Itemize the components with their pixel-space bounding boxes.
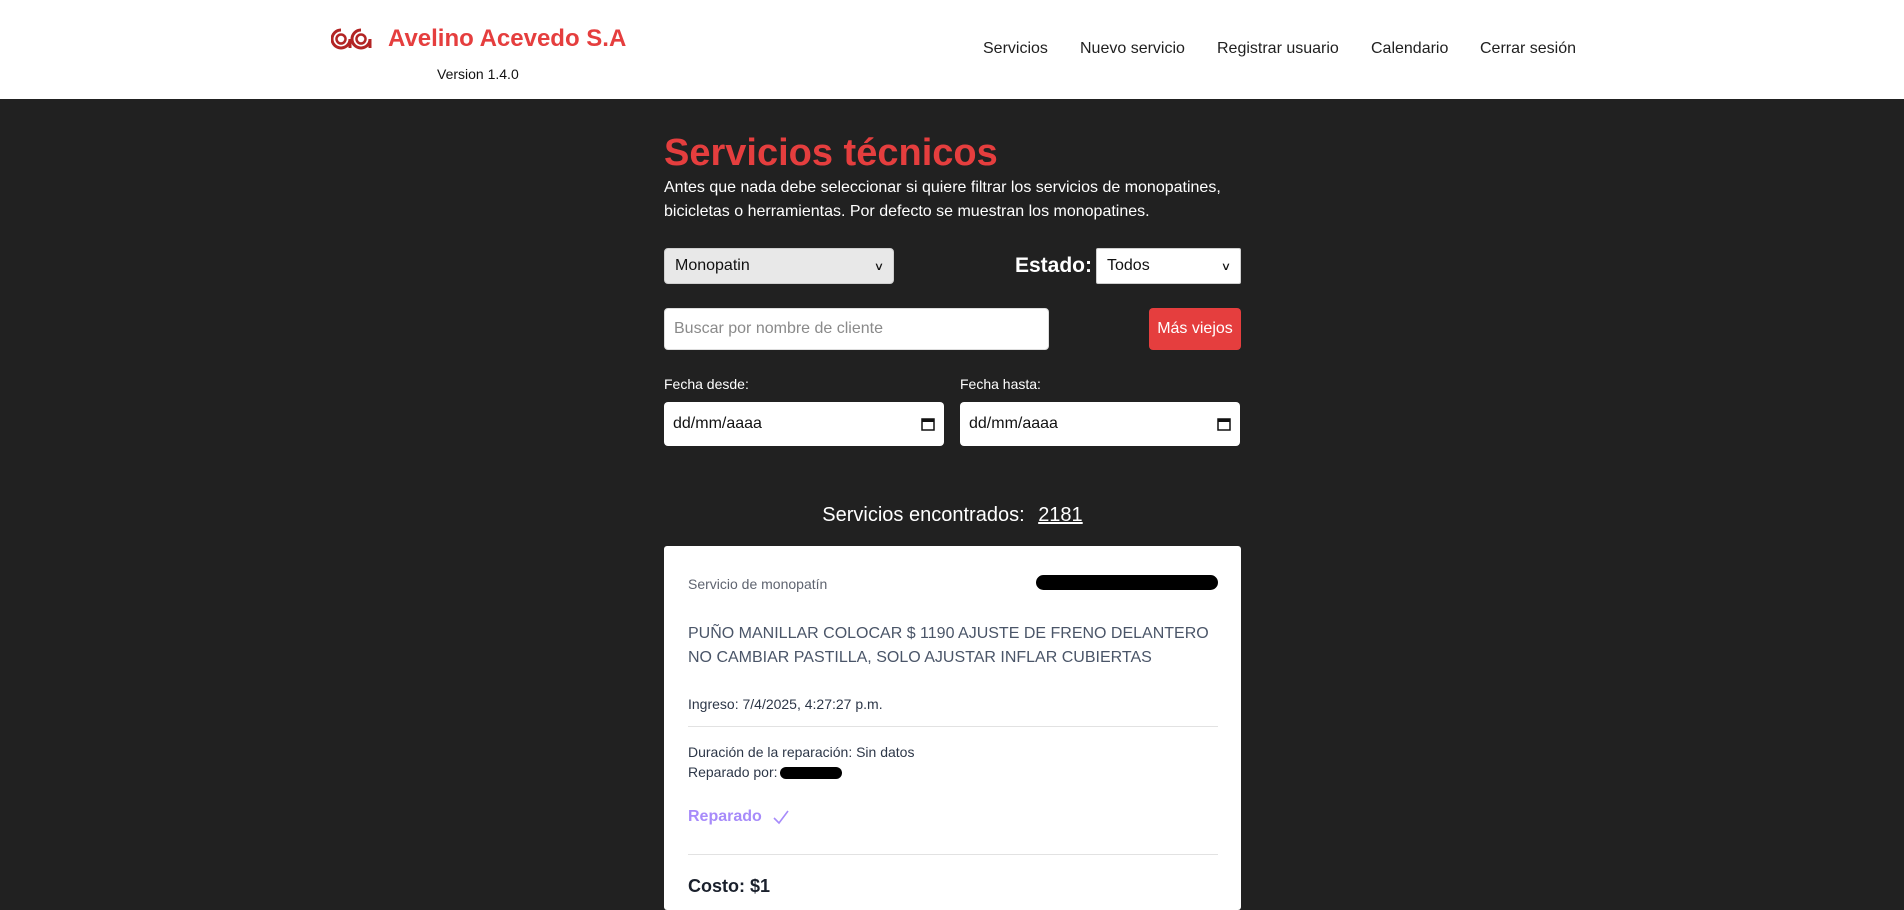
client-search-input[interactable]: Buscar por nombre de cliente (664, 308, 1049, 350)
service-description: PUÑO MANILLAR COLOCAR $ 1190 AJUSTE DE F… (688, 625, 1209, 666)
services-count-label: Servicios encontrados: (822, 504, 1025, 526)
services-count-value[interactable]: 2181 (1038, 504, 1083, 526)
service-cost: Costo: $1 (688, 876, 771, 896)
service-ingreso: Ingreso: 7/4/2025, 4:27:27 p.m. (688, 696, 883, 712)
search-placeholder: Buscar por nombre de cliente (674, 320, 883, 337)
header: Avelino Acevedo S.A Version 1.4.0 Servic… (0, 0, 1904, 99)
check-icon (773, 810, 789, 825)
nav-nuevo-servicio[interactable]: Nuevo servicio (1080, 40, 1185, 58)
date-from-label: Fecha desde: (664, 376, 749, 392)
type-select[interactable]: Monopatin ∨ (664, 248, 894, 284)
date-to-input[interactable]: dd/mm/aaaa (960, 402, 1240, 446)
redacted-client-name (1036, 575, 1218, 590)
type-select-value: Monopatin (675, 257, 750, 274)
repaired-by-label: Reparado por: (688, 764, 778, 780)
repaired-by: Reparado por: (688, 764, 778, 780)
estado-label: Estado: (1015, 254, 1093, 277)
redacted-technician (780, 767, 842, 779)
calendar-icon[interactable] (921, 417, 935, 431)
divider (688, 726, 1218, 727)
repair-duration: Duración de la reparación: Sin datos (688, 744, 915, 760)
chevron-down-icon: ∨ (873, 260, 885, 273)
date-from-input[interactable]: dd/mm/aaaa (664, 402, 944, 446)
nav-servicios[interactable]: Servicios (983, 40, 1048, 58)
nav-cerrar-sesion[interactable]: Cerrar sesión (1480, 40, 1576, 58)
service-card[interactable]: Servicio de monopatín PUÑO MANILLAR COLO… (664, 546, 1241, 910)
estado-select-value: Todos (1107, 257, 1150, 274)
sort-oldest-button[interactable]: Más viejos (1149, 308, 1241, 350)
intro-text: Antes que nada debe seleccionar si quier… (664, 179, 1221, 220)
chevron-down-icon: ∨ (1220, 260, 1232, 273)
page-title: Servicios técnicos (664, 132, 998, 174)
date-to-value: dd/mm/aaaa (969, 415, 1058, 432)
logo-icon (331, 28, 372, 50)
date-to-label: Fecha hasta: (960, 376, 1041, 392)
estado-select[interactable]: Todos ∨ (1096, 248, 1241, 284)
app-version: Version 1.4.0 (437, 66, 519, 82)
status-badge: Reparado (688, 808, 762, 825)
service-type: Servicio de monopatín (688, 576, 828, 592)
services-count: Servicios encontrados: 2181 (664, 504, 1241, 527)
nav-calendario[interactable]: Calendario (1371, 40, 1448, 58)
divider (688, 854, 1218, 855)
date-from-value: dd/mm/aaaa (673, 415, 762, 432)
calendar-icon[interactable] (1217, 417, 1231, 431)
nav-registrar-usuario[interactable]: Registrar usuario (1217, 40, 1339, 58)
brand-name[interactable]: Avelino Acevedo S.A (388, 25, 626, 53)
